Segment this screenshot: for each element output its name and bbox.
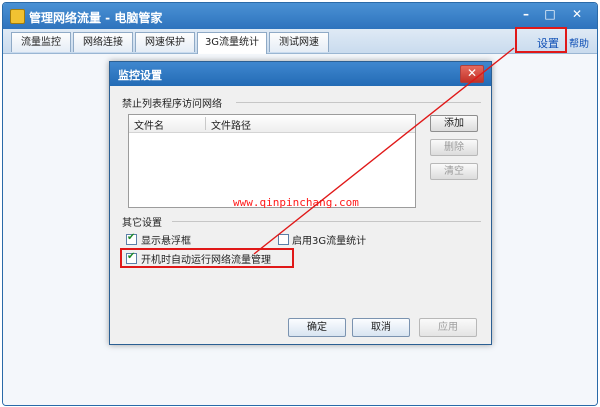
annotation-arrow-line [253, 47, 515, 255]
